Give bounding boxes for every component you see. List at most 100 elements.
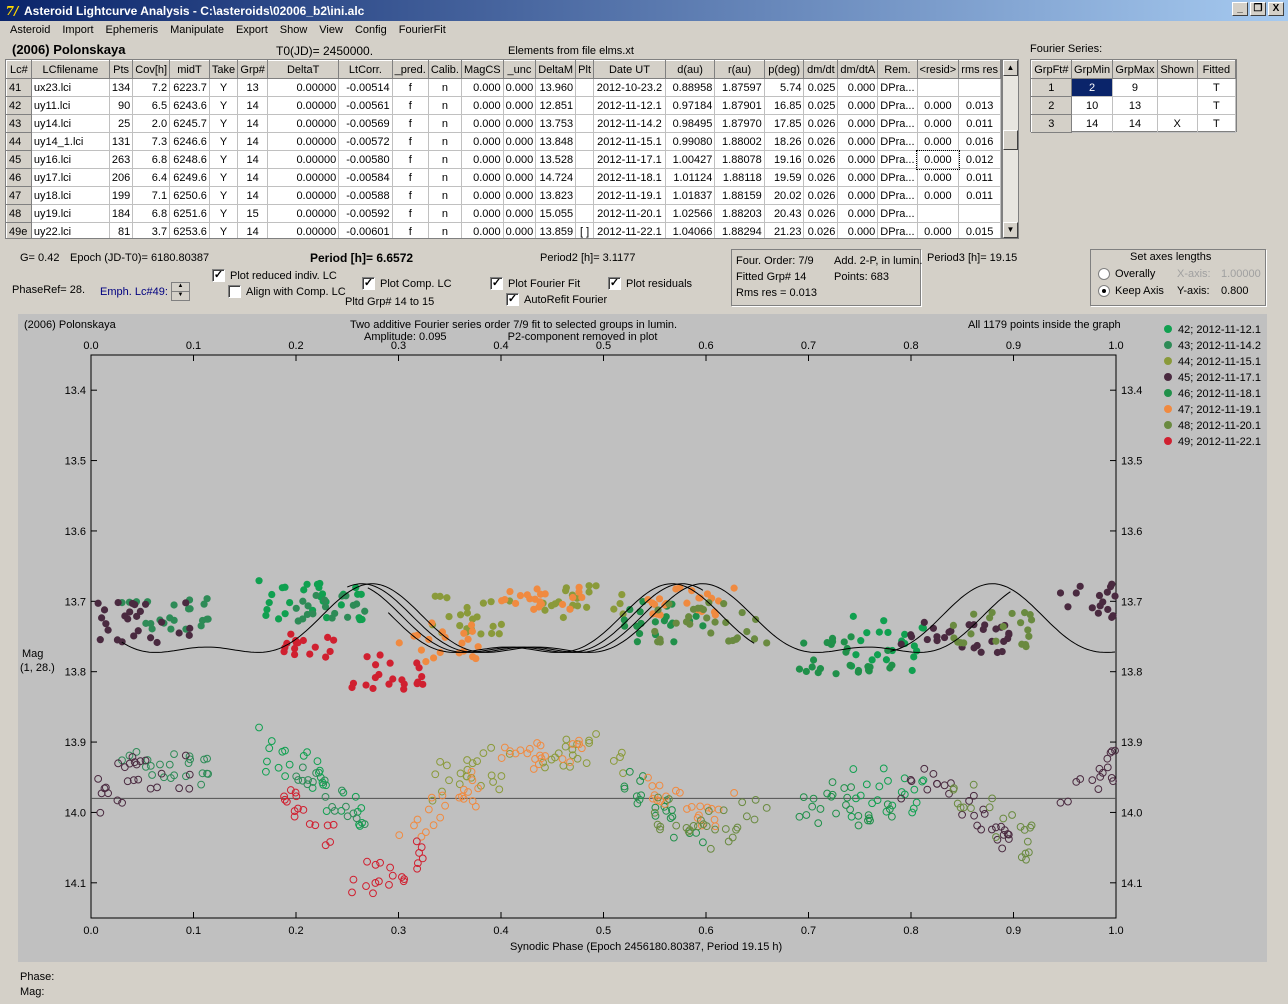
table-cell[interactable]: uy11.lci [31, 96, 110, 115]
col-header[interactable]: rms res [958, 60, 1001, 79]
table-cell[interactable]: Y [209, 114, 239, 133]
table-cell[interactable]: 0.000 [837, 222, 879, 238]
menu-import[interactable]: Import [56, 22, 99, 40]
table-cell[interactable]: [ ] [575, 222, 595, 238]
table-cell[interactable]: 81 [109, 222, 134, 238]
restore-button[interactable]: ❐ [1250, 2, 1266, 16]
table-cell[interactable]: 0.026 [803, 150, 839, 169]
col-header[interactable]: LCfilename [30, 60, 110, 79]
table-cell[interactable]: 6223.7 [169, 78, 210, 97]
col-header[interactable]: <resid> [916, 60, 960, 79]
table-cell[interactable]: -0.00601 [338, 222, 393, 238]
menu-ephemeris[interactable]: Ephemeris [100, 22, 165, 40]
table-cell[interactable]: 19.59 [764, 168, 805, 187]
table-cell[interactable]: -0.00592 [338, 204, 393, 223]
table-row[interactable]: 42 uy11.lci 90 6.5 6243.6 Y 14 0.00000 -0.00561 f… [6, 96, 1001, 115]
table-cell[interactable]: 13.848 [535, 132, 577, 151]
table-cell[interactable]: 2012-11-15.1 [593, 132, 666, 151]
table-cell[interactable]: 0.026 [803, 114, 839, 133]
fourier-cell[interactable]: 13 [1112, 96, 1158, 115]
table-cell[interactable]: 0.000 [917, 168, 960, 187]
table-cell[interactable]: 0.00000 [267, 96, 340, 115]
xaxis-value[interactable]: 1.00000 [1221, 268, 1261, 280]
emph-spinner[interactable]: ▲ ▼ [171, 282, 190, 301]
table-cell[interactable]: 13.753 [535, 114, 577, 133]
table-cell[interactable]: DPra... [877, 114, 918, 133]
row-header[interactable]: 49e [6, 222, 32, 238]
table-cell[interactable]: -0.00514 [338, 78, 393, 97]
table-cell[interactable]: 0.00000 [267, 78, 340, 97]
table-cell[interactable]: 0.000 [916, 149, 960, 170]
table-cell[interactable]: 1.87597 [714, 78, 765, 97]
col-header[interactable]: Rem. [877, 60, 918, 79]
table-cell[interactable]: 0.99080 [665, 132, 716, 151]
autorefit-checkbox[interactable]: ✓ AutoRefit Fourier [506, 293, 607, 306]
table-cell[interactable]: 1.01124 [665, 168, 716, 187]
table-cell[interactable]: 17.85 [764, 114, 805, 133]
table-cell[interactable]: 14 [237, 96, 269, 115]
table-cell[interactable] [575, 204, 595, 223]
table-row[interactable]: 43 uy14.lci 25 2.0 6245.7 Y 14 0.00000 -0.00569 f… [6, 114, 1001, 133]
table-cell[interactable]: 0.000 [503, 114, 537, 133]
table-cell[interactable]: -0.00584 [338, 168, 393, 187]
table-cell[interactable] [917, 204, 960, 223]
table-cell[interactable]: n [428, 132, 462, 151]
table-cell[interactable]: 20.43 [764, 204, 805, 223]
col-header[interactable]: DeltaM [535, 60, 577, 79]
table-cell[interactable]: Y [209, 168, 239, 187]
col-header[interactable]: Cov[h] [132, 60, 171, 79]
table-cell[interactable]: 0.000 [917, 114, 960, 133]
table-cell[interactable]: 20.02 [764, 186, 805, 205]
col-header[interactable]: Date UT [593, 60, 666, 79]
table-cell[interactable]: 12.851 [535, 96, 577, 115]
overally-radio[interactable]: Overally [1098, 268, 1155, 280]
table-cell[interactable]: f [392, 150, 429, 169]
fourier-row[interactable]: 2 10 13 T [1031, 96, 1237, 115]
table-cell[interactable]: 6.5 [132, 96, 171, 115]
table-row[interactable]: 46 uy17.lci 206 6.4 6249.6 Y 14 0.00000 -0.00584… [6, 168, 1001, 187]
col-header[interactable]: d(au) [664, 60, 716, 79]
table-cell[interactable]: 0.000 [917, 222, 960, 238]
table-cell[interactable]: 0.00000 [267, 186, 340, 205]
table-cell[interactable]: 0.000 [503, 168, 537, 187]
table-cell[interactable]: f [392, 96, 429, 115]
col-header[interactable]: Lc# [6, 60, 32, 79]
table-cell[interactable]: 19.16 [764, 150, 805, 169]
table-cell[interactable]: 0.026 [803, 168, 839, 187]
fourier-col-header[interactable]: Fitted [1196, 60, 1237, 79]
plot-reduced-checkbox[interactable]: ✓ Plot reduced indiv. LC [212, 269, 337, 282]
table-cell[interactable]: 1.88078 [714, 150, 765, 169]
table-cell[interactable]: Y [209, 204, 239, 223]
table-cell[interactable]: 0.97184 [665, 96, 716, 115]
table-cell[interactable]: 14.724 [535, 168, 577, 187]
col-header[interactable]: r(au) [714, 60, 765, 79]
row-header[interactable]: 44 [6, 132, 32, 151]
table-cell[interactable]: 2012-10-23.2 [593, 78, 666, 97]
table-cell[interactable]: 0.015 [958, 222, 1001, 238]
table-cell[interactable]: 0.00000 [267, 168, 340, 187]
table-cell[interactable]: 2012-11-12.1 [593, 96, 666, 115]
table-cell[interactable]: n [428, 96, 462, 115]
table-cell[interactable] [575, 150, 595, 169]
table-cell[interactable]: 90 [109, 96, 134, 115]
table-cell[interactable]: 15.055 [535, 204, 577, 223]
table-cell[interactable]: 6.8 [132, 204, 171, 223]
table-cell[interactable]: uy17.lci [31, 168, 110, 187]
table-cell[interactable]: 2012-11-20.1 [593, 204, 666, 223]
table-cell[interactable]: DPra... [877, 96, 918, 115]
table-cell[interactable]: 0.000 [837, 204, 879, 223]
fourier-row-header[interactable]: 3 [1031, 114, 1072, 133]
table-cell[interactable]: Y [209, 78, 239, 97]
fourier-col-header[interactable]: GrpFt# [1031, 60, 1072, 79]
table-cell[interactable]: 2012-11-19.1 [593, 186, 666, 205]
table-cell[interactable] [917, 78, 960, 97]
table-cell[interactable]: 131 [109, 132, 134, 151]
table-cell[interactable]: uy19.lci [31, 204, 110, 223]
col-header[interactable]: DeltaT [267, 60, 340, 79]
table-cell[interactable]: 0.000 [917, 96, 960, 115]
table-cell[interactable]: 0.011 [958, 168, 1001, 187]
table-cell[interactable]: 2012-11-22.1 [593, 222, 666, 238]
table-cell[interactable]: uy18.lci [31, 186, 110, 205]
table-cell[interactable]: 3.7 [132, 222, 171, 238]
table-cell[interactable]: 0.026 [803, 132, 839, 151]
